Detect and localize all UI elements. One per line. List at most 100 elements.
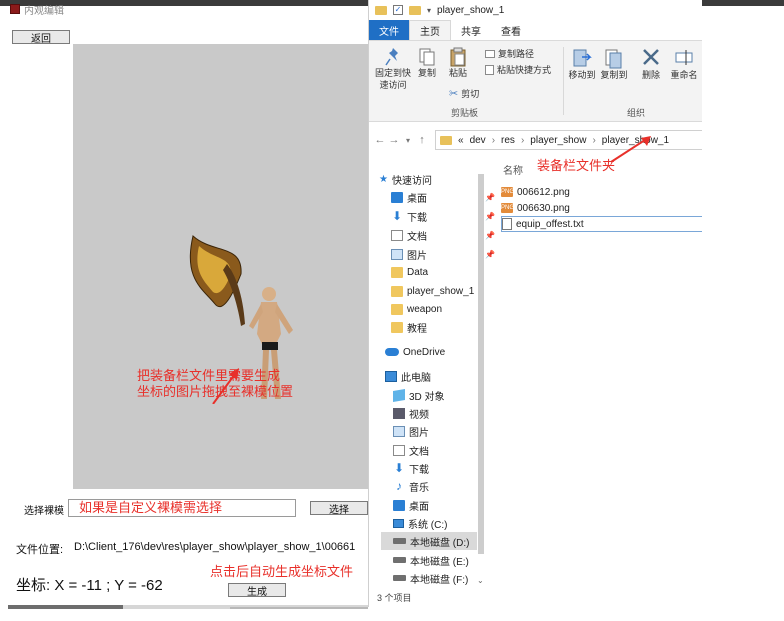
file-list-pane: 名称 装备栏文件夹 PNG 006612.png PNG 006630.png … — [497, 156, 702, 596]
pin-quick-access-button[interactable]: 固定到快 速访问 — [373, 47, 413, 91]
rename-button[interactable]: 重命名 — [667, 47, 701, 81]
breadcrumb-dev[interactable]: dev — [470, 135, 486, 146]
nav-scrollbar-thumb[interactable] — [478, 174, 484, 554]
file-item[interactable]: equip_offest.txt — [501, 216, 702, 232]
computer-icon — [385, 370, 397, 382]
generate-button[interactable]: 生成 — [228, 583, 286, 598]
back-button[interactable]: 返回 — [12, 30, 70, 45]
copy-icon — [419, 48, 435, 66]
status-bar: 3 个项目 — [377, 593, 412, 603]
model-select-label: 选择裸模 — [24, 506, 64, 517]
nav-item-label: 文档 — [407, 231, 427, 243]
bottom-divider — [230, 607, 368, 609]
quick-access-label: 快速访问 — [391, 175, 432, 187]
drive-icon — [393, 557, 406, 563]
chevron-right-icon: › — [520, 134, 525, 146]
folder-icon — [391, 266, 403, 278]
pin-icon — [385, 48, 398, 66]
nav-item-label: 本地磁盘 (F:) — [410, 574, 469, 586]
address-bar[interactable]: « dev › res › player_show › player_show_… — [435, 130, 702, 150]
tab-share[interactable]: 共享 — [451, 20, 491, 40]
scroll-down-icon[interactable]: ⌄ — [477, 576, 484, 585]
chevron-right-icon: › — [491, 134, 496, 146]
back-arrow-icon[interactable]: ← — [373, 134, 387, 146]
delete-button[interactable]: 删除 — [639, 47, 663, 81]
move-to-button[interactable]: 移动到 — [567, 47, 597, 81]
move-to-icon — [573, 49, 592, 67]
music-note-icon: ♪ — [396, 478, 402, 493]
address-folder-icon — [440, 135, 452, 145]
select-button[interactable]: 选择 — [310, 501, 368, 516]
nav-item-label: 图片 — [409, 427, 429, 439]
nav-item-label: 本地磁盘 (E:) — [410, 556, 469, 568]
drive-icon — [393, 538, 406, 544]
rename-label: 重命名 — [670, 70, 698, 80]
file-location-value: D:\Client_176\dev\res\player_show\player… — [74, 541, 356, 553]
recent-dropdown-icon[interactable]: ▾ — [401, 136, 415, 145]
system-drive-icon — [393, 518, 404, 528]
video-icon — [393, 407, 405, 419]
new-folder-icon[interactable] — [409, 5, 421, 15]
properties-icon[interactable]: ✓ — [393, 5, 403, 15]
pin-icon: 📌 — [485, 211, 495, 221]
navigation-pane: ★ 快速访问 桌面 📌 ⬇ 下载 📌 文档 📌 图片 📌 Data player… — [369, 166, 495, 596]
up-arrow-icon[interactable]: ↑ — [415, 134, 429, 146]
window-title: player_show_1 — [437, 4, 505, 16]
app-title-bar: 内观编辑 — [10, 2, 64, 17]
nav-item-label: 桌面 — [409, 501, 429, 513]
nav-item-label: 教程 — [407, 323, 427, 335]
png-file-icon: PNG — [501, 203, 515, 213]
copy-to-button[interactable]: 复制到 — [599, 47, 629, 81]
scrollbar-thumb[interactable] — [8, 605, 123, 609]
copy-path-icon — [485, 49, 495, 58]
copy-path-button[interactable]: 复制路径 — [485, 47, 534, 60]
breadcrumb-res[interactable]: res — [501, 135, 515, 146]
cut-label: 剪切 — [461, 89, 480, 99]
pin-icon: 📌 — [485, 230, 495, 240]
forward-arrow-icon[interactable]: → — [387, 134, 401, 146]
copy-button[interactable]: 复制 — [415, 47, 439, 79]
text-file-icon — [502, 218, 512, 230]
file-name: equip_offest.txt — [516, 218, 584, 230]
move-to-label: 移动到 — [568, 70, 596, 80]
nav-drive-d[interactable]: 本地磁盘 (D:) — [381, 532, 477, 550]
explorer-title-bar: ✓ ▾ player_show_1 — [369, 0, 702, 20]
rename-icon — [675, 50, 693, 65]
files-annotation: 装备栏文件夹 — [537, 158, 616, 173]
nav-item-label: 桌面 — [407, 193, 427, 205]
breadcrumb-overflow[interactable]: « — [458, 135, 464, 146]
desktop-icon — [393, 499, 405, 511]
pin-label-line2: 速访问 — [379, 80, 407, 90]
tab-home[interactable]: 主页 — [409, 20, 451, 40]
drive-icon — [393, 575, 406, 581]
star-icon: ★ — [379, 173, 388, 185]
paste-shortcut-button[interactable]: 粘贴快捷方式 — [485, 63, 551, 76]
pin-icon: 📌 — [485, 249, 495, 259]
document-icon — [393, 444, 405, 456]
nav-item-label: 3D 对象 — [409, 391, 445, 403]
cut-button[interactable]: ✂ 剪切 — [449, 87, 479, 100]
file-item[interactable]: PNG 006630.png — [501, 200, 702, 216]
document-icon — [391, 229, 403, 241]
nav-scrollbar[interactable]: ⌄ — [476, 166, 486, 590]
column-header-name[interactable]: 名称 — [503, 162, 523, 177]
pictures-icon — [391, 248, 403, 260]
copy-path-label: 复制路径 — [498, 49, 535, 59]
copy-to-icon — [605, 49, 622, 69]
copy-label: 复制 — [417, 68, 436, 78]
model-preview-area[interactable]: 把装备栏文件里需要生成 坐标的图片拖拽至裸模位置 — [73, 44, 369, 489]
png-file-icon: PNG — [501, 187, 515, 197]
paste-label: 粘贴 — [448, 68, 467, 78]
chevron-right-icon: › — [592, 134, 596, 146]
desktop-icon — [391, 191, 403, 203]
tab-file[interactable]: 文件 — [369, 20, 409, 40]
nav-quick-access[interactable]: ★ 快速访问 — [379, 170, 487, 188]
model-path-input[interactable]: 如果是自定义裸模需选择 — [68, 499, 296, 517]
tab-view[interactable]: 查看 — [491, 20, 531, 40]
file-explorer-window: ✓ ▾ player_show_1 文件 主页 共享 查看 固定到快 速访问 复… — [368, 0, 702, 607]
ribbon-separator — [563, 47, 564, 115]
paste-button[interactable]: 粘贴 — [445, 47, 471, 79]
breadcrumb-player-show[interactable]: player_show — [530, 135, 586, 146]
quick-access-dropdown-icon[interactable]: ▾ — [427, 6, 431, 15]
file-item[interactable]: PNG 006612.png — [501, 184, 702, 200]
